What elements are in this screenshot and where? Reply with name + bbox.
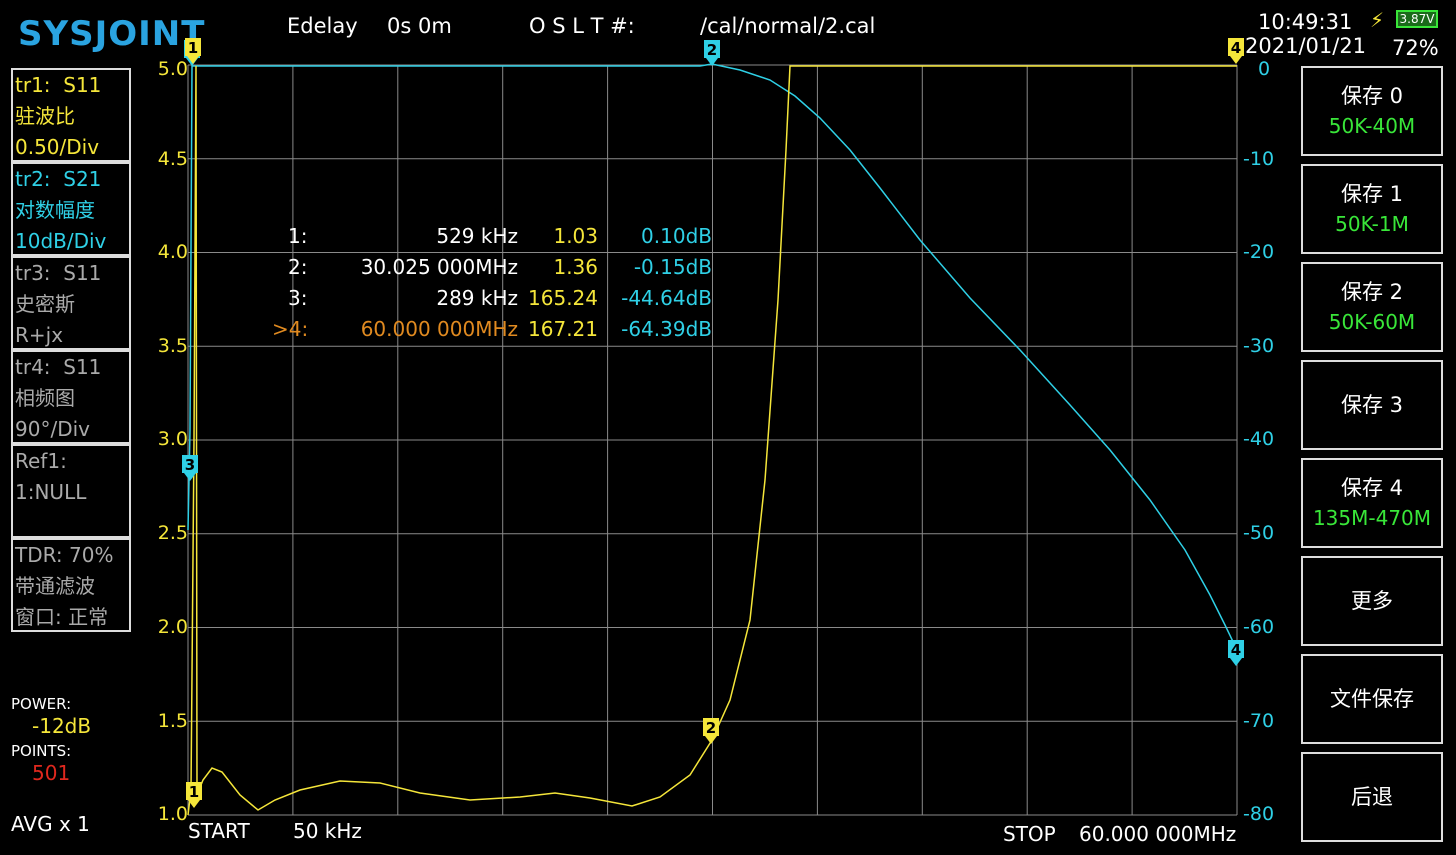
marker4-swr: 167.21	[528, 317, 598, 341]
measurement-plot[interactable]: 12341241	[0, 0, 1456, 855]
svg-text:1: 1	[188, 39, 198, 57]
marker1-s21: 0.10dB	[641, 224, 712, 248]
file-save-title: 文件保存	[1330, 687, 1414, 711]
marker-flag-2: 2	[704, 40, 720, 66]
marker-flag-2: 2	[703, 718, 719, 744]
more-title: 更多	[1351, 589, 1393, 613]
marker4-s21: -64.39dB	[621, 317, 712, 341]
svg-text:1: 1	[189, 783, 199, 801]
save-2-button[interactable]: 保存 2 50K-60M	[1301, 262, 1443, 352]
save-4-range: 135M-470M	[1312, 506, 1432, 530]
marker1-freq: 529 kHz	[436, 224, 518, 248]
marker3-freq: 289 kHz	[436, 286, 518, 310]
save-4-title: 保存 4	[1340, 476, 1404, 500]
back-button[interactable]: 后退	[1301, 752, 1443, 842]
svg-text:4: 4	[1231, 641, 1241, 659]
more-button[interactable]: 更多	[1301, 556, 1443, 646]
save-4-button[interactable]: 保存 4 135M-470M	[1301, 458, 1443, 548]
save-1-title: 保存 1	[1340, 182, 1404, 206]
save-0-button[interactable]: 保存 0 50K-40M	[1301, 66, 1443, 156]
marker2-swr: 1.36	[553, 255, 598, 279]
back-title: 后退	[1351, 785, 1393, 809]
marker-flag-1: 1	[185, 38, 201, 64]
marker3-swr: 165.24	[528, 286, 598, 310]
marker2-freq: 30.025 000MHz	[360, 255, 518, 279]
save-0-title: 保存 0	[1340, 84, 1404, 108]
start-freq[interactable]: 50 kHz	[293, 819, 362, 843]
save-2-title: 保存 2	[1340, 280, 1404, 304]
save-0-range: 50K-40M	[1328, 114, 1416, 138]
marker2-s21: -0.15dB	[633, 255, 712, 279]
save-3-title: 保存 3	[1340, 393, 1404, 417]
marker1-swr: 1.03	[553, 224, 598, 248]
save-3-button[interactable]: 保存 3	[1301, 360, 1443, 450]
svg-text:3: 3	[185, 456, 195, 474]
save-2-range: 50K-60M	[1328, 310, 1416, 334]
file-save-button[interactable]: 文件保存	[1301, 654, 1443, 744]
marker-flag-4: 4	[1228, 38, 1244, 64]
start-label: START	[188, 819, 250, 843]
stop-label: STOP	[1003, 822, 1056, 846]
marker-flag-4: 4	[1228, 640, 1244, 666]
save-1-button[interactable]: 保存 1 50K-1M	[1301, 164, 1443, 254]
svg-text:2: 2	[706, 719, 716, 737]
svg-text:4: 4	[1231, 39, 1241, 57]
plot-grid	[187, 64, 1238, 816]
svg-text:2: 2	[707, 41, 717, 59]
marker3-s21: -44.64dB	[621, 286, 712, 310]
marker4-freq: 60.000 000MHz	[360, 317, 518, 341]
save-1-range: 50K-1M	[1335, 212, 1409, 236]
marker-flag-3: 3	[182, 455, 198, 481]
stop-freq[interactable]: 60.000 000MHz	[1079, 822, 1236, 846]
